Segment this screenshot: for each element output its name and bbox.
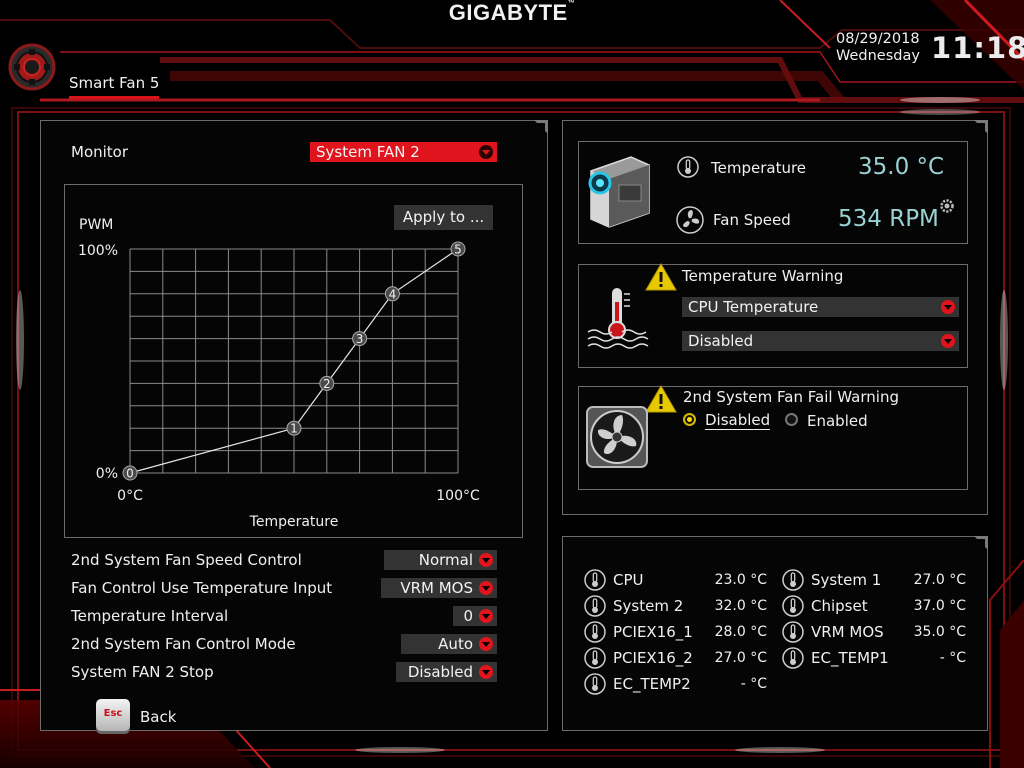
warning-source-select[interactable]: CPU Temperature [682,297,959,317]
curve-point-5[interactable]: 5 [450,241,466,257]
y-tick-label: 0% [96,466,118,482]
fan-speed-label: Fan Speed [713,211,791,229]
heat-thermometer-icon [587,288,649,349]
svg-text:3: 3 [356,332,364,346]
gear-icon [8,43,56,91]
chevron-down-icon [479,665,493,679]
chevron-down-icon [479,609,493,623]
setting-select[interactable]: Normal [384,550,497,570]
chevron-down-icon [941,300,955,314]
chevron-down-icon [479,581,493,595]
sensor-value: 27.0 °C [913,572,966,588]
pc-case-fan-icon [588,156,650,228]
fan-fail-disabled-label[interactable]: Disabled [705,412,771,430]
thermometer-icon [584,569,606,591]
thermometer-icon [584,673,606,695]
sensor-value: 35.0 °C [913,624,966,640]
esc-key-button[interactable]: Esc [96,699,130,731]
fan-curve-chart: 0 1 2 3 4 5 PWM 100% 0% 0°C 100°C Temperature [78,217,480,530]
setting-label: 2nd System Fan Control Mode [71,635,296,653]
thermometer-icon [782,647,804,669]
curve-point-3[interactable]: 3 [352,331,368,347]
date-display: 08/29/2018 Wednesday [836,31,920,64]
setting-select[interactable]: 0 [453,606,497,626]
temperature-value: 35.0 °C [858,154,945,180]
curve-point-4[interactable]: 4 [384,286,400,302]
chevron-down-icon [479,145,493,159]
setting-select[interactable]: Auto [401,634,497,654]
warning-threshold-select[interactable]: Disabled [682,331,959,351]
thermometer-icon [584,595,606,617]
setting-select[interactable]: VRM MOS [381,578,497,598]
thermometer-icon [584,621,606,643]
fan-fail-enabled-label[interactable]: Enabled [807,412,868,430]
chevron-down-icon [941,334,955,348]
setting-select[interactable]: Disabled [396,662,497,682]
svg-text:1: 1 [290,422,298,436]
x-tick-label: 0°C [117,488,143,504]
fan-speed-value: 534 RPM [838,206,939,232]
page-title-underline [69,96,159,99]
thermometer-icon [782,595,804,617]
back-button[interactable]: Back [140,708,176,726]
sensor-value: - °C [939,650,966,666]
settings-gear-icon[interactable] [939,198,955,214]
sensor-value: 27.0 °C [714,650,767,666]
fan-icon [676,206,704,234]
monitor-select[interactable]: System FAN 2 [310,142,497,162]
sensor-value: - °C [740,676,767,692]
thermometer-icon [677,156,699,178]
sensor-name: Chipset [811,597,868,615]
fan-fail-enabled-radio[interactable] [785,413,798,426]
svg-text:5: 5 [454,243,462,257]
warning-icon [645,385,677,413]
svg-text:4: 4 [389,287,397,301]
clock: 11:18 [931,31,1024,65]
temperature-label: Temperature [711,159,807,177]
page-title: Smart Fan 5 [69,74,160,92]
thermometer-icon [584,647,606,669]
sensor-name: CPU [613,571,644,589]
gigabyte-logo: GIGABYTE™ [448,0,576,25]
sensor-value: 28.0 °C [714,624,767,640]
setting-label: System FAN 2 Stop [71,663,214,681]
chevron-down-icon [479,637,493,651]
curve-point-0[interactable]: 0 [122,465,138,481]
fan-fail-warning-title: 2nd System Fan Fail Warning [683,388,899,406]
setting-label: Temperature Interval [71,607,229,625]
x-axis-label: Temperature [249,514,339,530]
svg-text:2: 2 [323,377,331,391]
svg-text:0: 0 [126,467,134,481]
setting-label: 2nd System Fan Speed Control [71,551,302,569]
setting-label: Fan Control Use Temperature Input [71,579,333,597]
y-axis-label: PWM [79,217,113,233]
y-tick-label: 100% [78,243,118,259]
fan-fail-disabled-radio[interactable] [683,413,696,426]
thermometer-icon [782,569,804,591]
temperature-warning-title: Temperature Warning [682,267,844,285]
curve-point-2[interactable]: 2 [319,375,335,391]
sensor-value: 23.0 °C [714,572,767,588]
sensor-value: 32.0 °C [714,598,767,614]
chevron-down-icon [479,553,493,567]
case-fan-icon [586,406,648,468]
sensor-value: 37.0 °C [913,598,966,614]
thermometer-icon [782,621,804,643]
curve-point-1[interactable]: 1 [286,420,302,436]
x-tick-label: 100°C [436,488,480,504]
monitor-label: Monitor [71,143,129,161]
